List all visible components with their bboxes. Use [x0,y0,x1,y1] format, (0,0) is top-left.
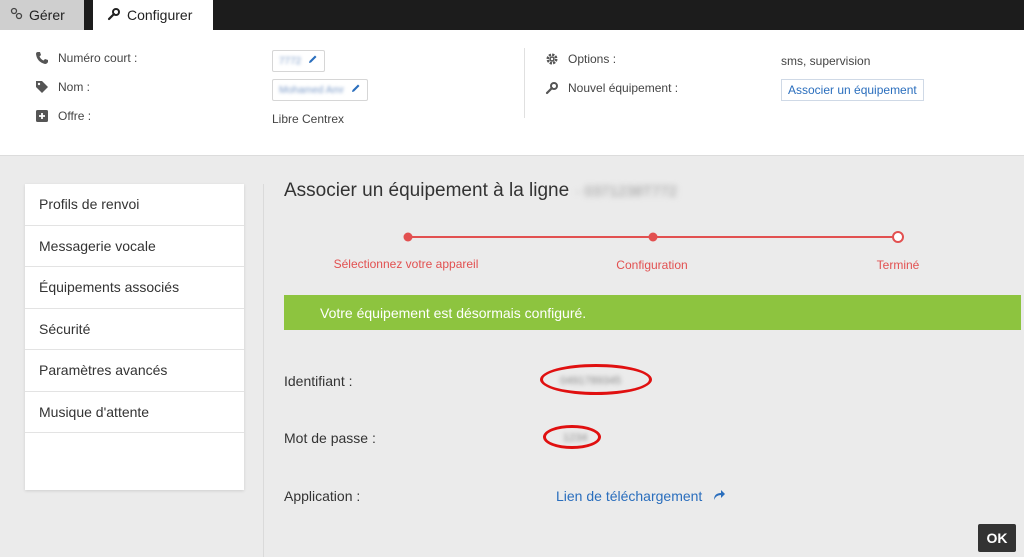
download-link[interactable]: Lien de téléchargement [556,488,726,504]
offre-label: Offre : [58,109,92,123]
application-label: Application : [284,488,361,504]
options-label: Options : [568,52,617,66]
page-title-text: Associer un équipement à la ligne [284,180,570,201]
nom-value: Mohamed Amr [279,84,345,96]
step-dot-2 [648,232,658,242]
tab-gerer[interactable]: Gérer [0,0,84,30]
gear-icon [544,51,560,67]
sidebar: Profils de renvoi Messagerie vocale Équi… [25,184,244,490]
success-message: Votre équipement est désormais configuré… [320,304,587,321]
nouvel-equipement-row: Nouvel équipement : [544,80,678,96]
nom-label: Nom : [58,80,91,94]
sidebar-item-parametres-avances[interactable]: Paramètres avancés [25,350,244,392]
header-divider [524,48,525,118]
offre-row: Offre : [34,108,91,124]
step-label-configuration: Configuration [616,258,688,272]
associer-equipement-button[interactable]: Associer un équipement [781,79,924,101]
identifiant-label: Identifiant : [284,373,353,389]
tab-gerer-label: Gérer [29,7,65,23]
step-dot-1 [403,232,413,242]
ok-button[interactable]: OK [978,524,1016,552]
sidebar-item-musique-attente[interactable]: Musique d'attente [25,392,244,433]
pencil-icon[interactable] [301,54,318,68]
step-dot-3 [892,231,904,243]
page-title-number: · 0371238T772 [575,183,677,200]
password-label: Mot de passe : [284,430,376,446]
tab-configurer[interactable]: Configurer [93,0,213,30]
top-tab-bar: Gérer Configurer [0,0,1024,30]
phone-icon [34,50,50,66]
settings-icon [10,7,29,23]
nom-field[interactable]: Mohamed Amr [272,79,369,101]
numero-field[interactable]: 7772 [272,50,326,72]
numero-row: Numéro court : [34,50,137,66]
share-arrow-icon [702,488,726,504]
tab-configurer-label: Configurer [127,7,193,23]
page-title: Associer un équipement à la ligne · 03712… [284,180,677,202]
plus-square-icon [34,108,50,124]
sidebar-item-profils-de-renvoi[interactable]: Profils de renvoi [25,184,244,226]
wrench-icon [107,7,127,24]
offre-value: Libre Centrex [272,112,345,126]
sidebar-item-messagerie-vocale[interactable]: Messagerie vocale [25,226,244,267]
sidebar-item-securite[interactable]: Sécurité [25,309,244,350]
download-link-text: Lien de téléchargement [556,488,703,504]
nom-row: Nom : [34,79,90,95]
highlight-ellipse [540,364,652,395]
tag-icon [34,79,50,95]
options-value: sms, supervision [781,54,871,68]
success-banner: Votre équipement est désormais configuré… [284,295,1021,330]
options-row: Options : [544,51,616,67]
wrench-icon [544,80,560,96]
numero-label: Numéro court : [58,51,138,65]
step-label-termine: Terminé [876,258,920,272]
numero-value: 7772 [279,55,302,67]
pencil-icon[interactable] [344,83,361,97]
sidebar-item-equipements-associes[interactable]: Équipements associés [25,267,244,309]
step-label-select-device: Sélectionnez votre appareil [333,257,479,271]
highlight-ellipse [543,425,601,449]
nouvel-equipement-label: Nouvel équipement : [568,81,679,95]
content-divider [263,184,264,557]
